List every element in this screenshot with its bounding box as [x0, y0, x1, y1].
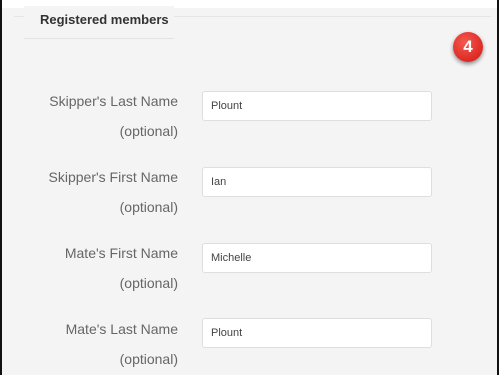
field-optional-hint: (optional)	[119, 351, 178, 367]
skipper-last-name-label: Skipper's Last Name (optional)	[28, 86, 178, 146]
field-label-text: Skipper's Last Name	[49, 93, 178, 109]
field-optional-hint: (optional)	[119, 199, 178, 215]
registered-members-panel: Registered members 4 Skipper's Last Name…	[0, 0, 499, 375]
field-label-text: Mate's Last Name	[65, 321, 178, 337]
mate-first-name-label: Mate's First Name (optional)	[28, 238, 178, 298]
field-label-text: Skipper's First Name	[48, 169, 178, 185]
mate-last-name-label: Mate's Last Name (optional)	[28, 314, 178, 374]
field-optional-hint: (optional)	[119, 123, 178, 139]
field-optional-hint: (optional)	[119, 275, 178, 291]
skipper-first-name-label: Skipper's First Name (optional)	[28, 162, 178, 222]
left-edge-tick	[0, 194, 2, 202]
mate-first-name-input[interactable]	[202, 243, 432, 273]
step-number-badge: 4	[453, 32, 483, 62]
field-label-text: Mate's First Name	[64, 245, 178, 261]
skipper-last-name-input[interactable]	[202, 91, 432, 121]
skipper-first-name-input[interactable]	[202, 167, 432, 197]
fieldset-legend-text: Registered members	[40, 12, 169, 27]
fieldset-legend: Registered members	[24, 6, 174, 39]
mate-last-name-input[interactable]	[202, 318, 432, 348]
